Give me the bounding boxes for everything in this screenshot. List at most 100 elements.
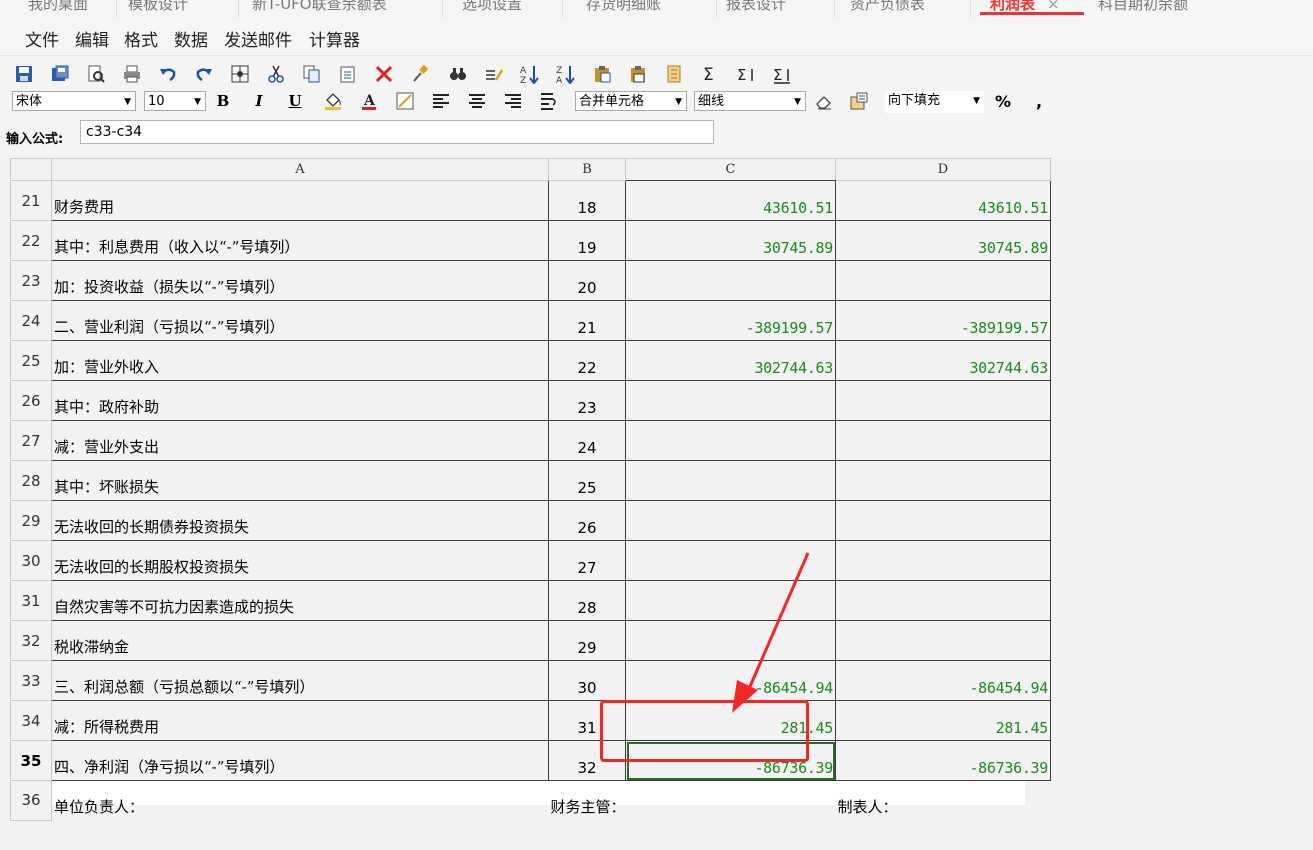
print-preview-icon[interactable] (86, 64, 106, 84)
cell-current-amount[interactable] (625, 460, 837, 501)
cell-prior-amount[interactable] (835, 500, 1052, 541)
cell-current-amount[interactable] (625, 420, 837, 461)
font-name-select[interactable]: 宋体 ▼ (12, 91, 136, 111)
font-size-select[interactable]: 10 ▼ (144, 91, 206, 111)
row-header[interactable]: 36 (10, 780, 52, 821)
find-icon[interactable] (448, 64, 468, 84)
save-icon[interactable] (14, 64, 34, 84)
cell-current-amount[interactable]: -86454.94 (625, 660, 837, 701)
clipboard-icon[interactable] (592, 64, 612, 84)
cell-item-name[interactable]: 减：营业外支出 (51, 420, 549, 461)
format-painter-icon[interactable] (410, 64, 430, 84)
cell-line-number[interactable]: 29 (547, 620, 627, 661)
menu-data[interactable]: 数据 (174, 26, 208, 51)
menu-edit[interactable]: 编辑 (75, 26, 109, 51)
paste-special-icon[interactable] (628, 64, 648, 84)
wrap-text-button[interactable] (538, 91, 560, 111)
copy-icon[interactable] (302, 64, 322, 84)
cell-prior-amount[interactable]: 43610.51 (835, 180, 1052, 221)
merge-cells-select[interactable]: 合并单元格 ▼ (575, 91, 687, 111)
row-header[interactable]: 27 (10, 420, 52, 461)
cell-item-name[interactable]: 二、营业利润（亏损以“-”号填列） (51, 300, 549, 341)
document-icon[interactable] (664, 64, 684, 84)
edit-lines-icon[interactable] (484, 64, 504, 84)
cell-item-name[interactable]: 其中：利息费用（收入以“-”号填列） (51, 220, 549, 261)
italic-button[interactable]: I (248, 91, 270, 111)
percent-button[interactable]: % (992, 91, 1014, 111)
footer-unit-head[interactable]: 单位负责人： (51, 780, 549, 820)
row-header[interactable]: 29 (10, 500, 52, 541)
close-icon[interactable]: × (1047, 0, 1060, 13)
cell-format-button[interactable] (394, 91, 416, 111)
row-header[interactable]: 22 (10, 220, 52, 261)
cell-prior-amount[interactable] (835, 420, 1052, 461)
footer-finance-head[interactable]: 财务主管： (548, 780, 626, 820)
tab-ufo-balance[interactable]: 新T-UFO联查余额表 (252, 0, 443, 17)
cell-item-name[interactable]: 财务费用 (51, 180, 549, 221)
borders-icon[interactable] (230, 64, 250, 84)
fill-down-select[interactable]: 向下填充 ▼ (885, 91, 984, 113)
row-header[interactable]: 35 (10, 740, 52, 781)
cell-prior-amount[interactable]: -86454.94 (835, 660, 1052, 701)
cell-current-amount[interactable] (625, 580, 837, 621)
row-header[interactable]: 34 (10, 700, 52, 741)
fill-color-button[interactable] (322, 91, 344, 111)
align-left-button[interactable] (430, 91, 452, 111)
cell-current-amount[interactable] (625, 500, 837, 541)
sort-descending-icon[interactable]: ZA (556, 64, 576, 84)
underline-button[interactable]: U (284, 91, 306, 111)
cell-item-name[interactable]: 税收滞纳金 (51, 620, 549, 661)
undo-icon[interactable] (158, 64, 178, 84)
cell-line-number[interactable]: 30 (547, 660, 627, 701)
cell-current-amount[interactable] (625, 620, 837, 661)
align-center-button[interactable] (466, 91, 488, 111)
cell-line-number[interactable]: 25 (547, 460, 627, 501)
cell-item-name[interactable]: 无法收回的长期股权投资损失 (51, 540, 549, 581)
menu-calculator[interactable]: 计算器 (309, 26, 360, 51)
paste-icon[interactable] (338, 64, 358, 84)
cell-line-number[interactable]: 28 (547, 580, 627, 621)
row-header[interactable]: 21 (10, 180, 52, 221)
menu-send-email[interactable]: 发送邮件 (224, 26, 292, 51)
tab-balance-sheet[interactable]: 资产负债表 (850, 0, 971, 17)
footer-preparer[interactable]: 制表人： (835, 780, 1051, 820)
cell-line-number[interactable]: 20 (547, 260, 627, 301)
cell-item-name[interactable]: 其中：坏账损失 (51, 460, 549, 501)
cell-current-amount[interactable]: 281.45 (625, 700, 837, 741)
row-header[interactable]: 23 (10, 260, 52, 301)
row-header[interactable]: 25 (10, 340, 52, 381)
cell-line-number[interactable]: 31 (547, 700, 627, 741)
eraser-button[interactable] (813, 91, 835, 111)
cell-current-amount[interactable]: 302744.63 (625, 340, 837, 381)
cell-prior-amount[interactable]: -86736.39 (835, 740, 1052, 781)
cell-current-amount[interactable] (625, 540, 837, 581)
redo-icon[interactable] (194, 64, 214, 84)
cell-prior-amount[interactable] (835, 580, 1052, 621)
tab-income-statement[interactable]: 利润表 × (980, 0, 1084, 15)
cell-prior-amount[interactable] (835, 380, 1052, 421)
cell-prior-amount[interactable] (835, 620, 1052, 661)
cell-prior-amount[interactable]: 302744.63 (835, 340, 1052, 381)
cell-current-amount[interactable]: -389199.57 (625, 300, 837, 341)
cell-item-name[interactable]: 其中：政府补助 (51, 380, 549, 421)
cell-line-number[interactable]: 27 (547, 540, 627, 581)
row-header[interactable]: 30 (10, 540, 52, 581)
tab-inventory-ledger[interactable]: 存货明细账 (586, 0, 717, 17)
cell-item-name[interactable]: 四、净利润（净亏损以“-”号填列） (51, 740, 549, 781)
cell-prior-amount[interactable]: 30745.89 (835, 220, 1052, 261)
cell-item-name[interactable]: 无法收回的长期债券投资损失 (51, 500, 549, 541)
row-header[interactable]: 31 (10, 580, 52, 621)
cell-line-number[interactable]: 19 (547, 220, 627, 261)
cut-icon[interactable] (266, 64, 286, 84)
row-header[interactable]: 26 (10, 380, 52, 421)
formula-input[interactable]: c33-c34 (80, 120, 714, 144)
footer-empty[interactable] (625, 780, 836, 820)
menu-file[interactable]: 文件 (25, 26, 59, 51)
row-header[interactable]: 28 (10, 460, 52, 501)
sum-icon[interactable]: Σ (700, 64, 720, 84)
cell-item-name[interactable]: 加：营业外收入 (51, 340, 549, 381)
cell-item-name[interactable]: 加：投资收益（损失以“-”号填列） (51, 260, 549, 301)
column-header-d[interactable]: D (835, 158, 1052, 181)
cell-current-amount[interactable] (625, 260, 837, 301)
row-header[interactable]: 33 (10, 660, 52, 701)
